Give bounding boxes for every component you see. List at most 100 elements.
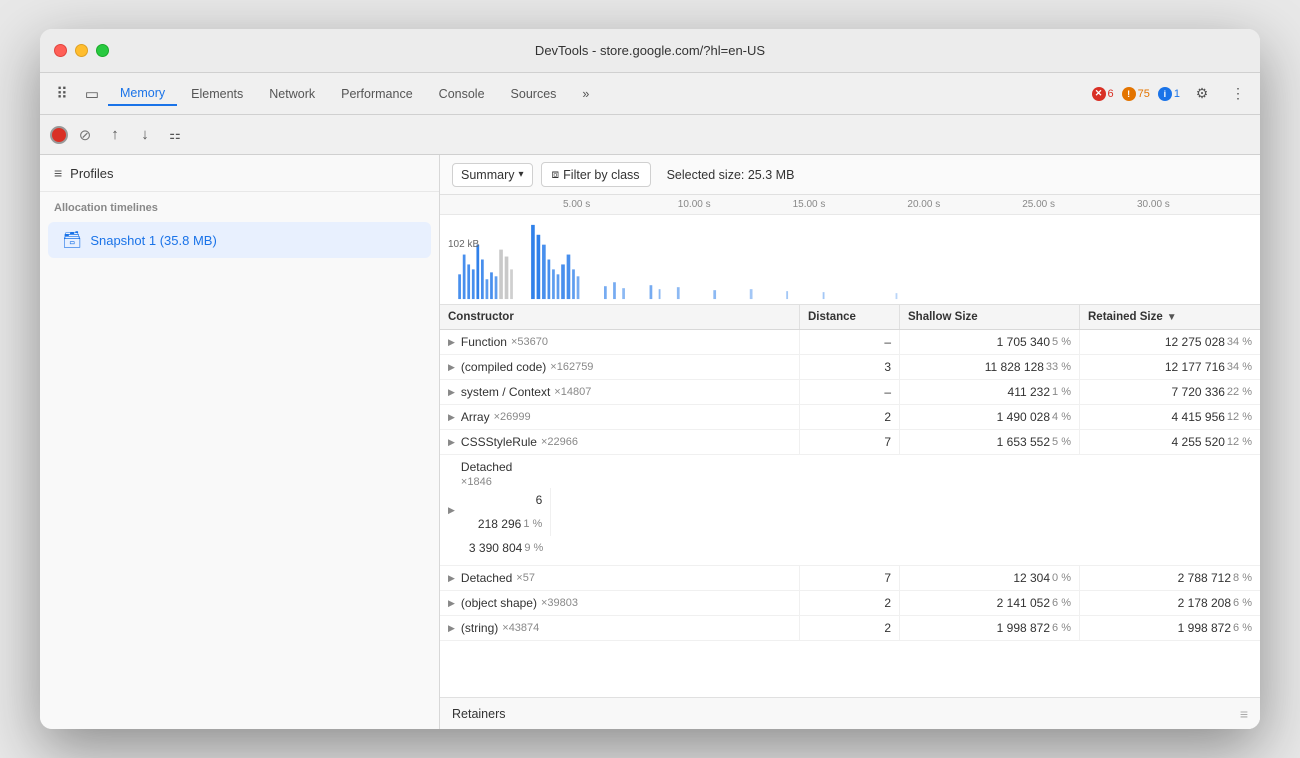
expand-icon[interactable]: ▶ xyxy=(448,337,455,348)
expand-icon[interactable]: ▶ xyxy=(448,573,455,584)
tab-memory[interactable]: Memory xyxy=(108,82,177,106)
td-distance-4: 7 xyxy=(800,430,900,454)
table-row[interactable]: ▶ (object shape) ×39803 2 2 141 052 6 % … xyxy=(440,591,1260,616)
td-constructor-6: ▶ Detached ×57 xyxy=(440,566,800,590)
snapshot-icon: 🗃 xyxy=(62,230,82,250)
section-label: Allocation timelines xyxy=(40,192,439,220)
record-icon[interactable] xyxy=(50,126,68,144)
clear-icon[interactable]: ⚏ xyxy=(162,122,188,148)
minimize-button[interactable] xyxy=(75,44,88,57)
tab-elements[interactable]: Elements xyxy=(179,83,255,105)
td-retained-8: 1 998 872 6 % xyxy=(1080,616,1260,640)
tab-performance[interactable]: Performance xyxy=(329,83,425,105)
error-badge[interactable]: ✕ 6 xyxy=(1092,87,1114,101)
snapshot-item[interactable]: 🗃 Snapshot 1 (35.8 MB) xyxy=(48,222,431,258)
td-distance-1: 3 xyxy=(800,355,900,379)
table-row[interactable]: ▶ system / Context ×14807 – 411 232 1 % … xyxy=(440,380,1260,405)
td-distance-5: 6 xyxy=(461,488,551,512)
scroll-icon: ≡ xyxy=(1240,706,1248,722)
expand-icon[interactable]: ▶ xyxy=(448,387,455,398)
settings-icon[interactable]: ⚙ xyxy=(1188,80,1216,108)
td-shallow-3: 1 490 028 4 % xyxy=(900,405,1080,429)
tab-console[interactable]: Console xyxy=(427,83,497,105)
td-shallow-7: 2 141 052 6 % xyxy=(900,591,1080,615)
snapshot-label: Snapshot 1 (35.8 MB) xyxy=(90,233,216,248)
sidebar: ≡ Profiles Allocation timelines 🗃 Snapsh… xyxy=(40,155,440,729)
close-button[interactable] xyxy=(54,44,67,57)
td-constructor-0: ▶ Function ×53670 xyxy=(440,330,800,354)
td-retained-5: 3 390 804 9 % xyxy=(461,536,551,560)
tick-30s: 30.00 s xyxy=(1137,199,1170,210)
filter-label: Filter by class xyxy=(563,168,639,182)
table-row[interactable]: ▶ Function ×53670 – 1 705 340 5 % 12 275… xyxy=(440,330,1260,355)
table-row[interactable]: ▶ (string) ×43874 2 1 998 872 6 % 1 998 … xyxy=(440,616,1260,641)
td-distance-7: 2 xyxy=(800,591,900,615)
download-icon[interactable]: ↓ xyxy=(132,122,158,148)
td-distance-0: – xyxy=(800,330,900,354)
td-distance-2: – xyxy=(800,380,900,404)
td-distance-6: 7 xyxy=(800,566,900,590)
td-shallow-5: 218 296 1 % xyxy=(461,512,551,536)
info-count: 1 xyxy=(1174,88,1180,100)
expand-icon[interactable]: ▶ xyxy=(448,505,455,516)
info-badge[interactable]: i 1 xyxy=(1158,87,1180,101)
td-constructor-3: ▶ Array ×26999 xyxy=(440,405,800,429)
th-distance: Distance xyxy=(800,305,900,329)
td-retained-6: 2 788 712 8 % xyxy=(1080,566,1260,590)
upload-icon[interactable]: ↑ xyxy=(102,122,128,148)
td-constructor-2: ▶ system / Context ×14807 xyxy=(440,380,800,404)
timeline-area[interactable]: 5.00 s 10.00 s 15.00 s 20.00 s 25.00 s 3… xyxy=(440,195,1260,305)
maximize-button[interactable] xyxy=(96,44,109,57)
tick-5s: 5.00 s xyxy=(563,199,590,210)
expand-icon[interactable]: ▶ xyxy=(448,623,455,634)
td-retained-7: 2 178 208 6 % xyxy=(1080,591,1260,615)
tick-10s: 10.00 s xyxy=(678,199,711,210)
more-options-icon[interactable]: ⋮ xyxy=(1224,80,1252,108)
tab-sources[interactable]: Sources xyxy=(499,83,569,105)
profiles-icon: ≡ xyxy=(54,165,62,181)
inspect-icon[interactable]: ⠿ xyxy=(48,80,76,108)
td-retained-3: 4 415 956 12 % xyxy=(1080,405,1260,429)
error-count: 6 xyxy=(1108,88,1114,100)
device-icon[interactable]: ▭ xyxy=(78,80,106,108)
td-constructor-7: ▶ (object shape) ×39803 xyxy=(440,591,800,615)
warning-count: 75 xyxy=(1138,88,1150,100)
tab-network[interactable]: Network xyxy=(257,83,327,105)
error-icon: ✕ xyxy=(1092,87,1106,101)
tick-15s: 15.00 s xyxy=(793,199,826,210)
td-shallow-1: 11 828 128 33 % xyxy=(900,355,1080,379)
kb-label: 102 kB xyxy=(448,239,479,250)
td-shallow-6: 12 304 0 % xyxy=(900,566,1080,590)
info-icon: i xyxy=(1158,87,1172,101)
filter-by-class-button[interactable]: ⧈ Filter by class xyxy=(541,162,651,187)
td-shallow-0: 1 705 340 5 % xyxy=(900,330,1080,354)
retainers-bar: Retainers ≡ xyxy=(440,697,1260,729)
filter-icon: ⧈ xyxy=(552,167,560,182)
warning-badge[interactable]: ! 75 xyxy=(1122,87,1150,101)
table-container[interactable]: Constructor Distance Shallow Size Retain… xyxy=(440,305,1260,697)
expand-icon[interactable]: ▶ xyxy=(448,437,455,448)
table-row[interactable]: ▶ (compiled code) ×162759 3 11 828 128 3… xyxy=(440,355,1260,380)
table-row[interactable]: ▶ CSSStyleRule ×22966 7 1 653 552 5 % 4 … xyxy=(440,430,1260,455)
table-row[interactable]: ▶ Array ×26999 2 1 490 028 4 % 4 415 956… xyxy=(440,405,1260,430)
td-retained-2: 7 720 336 22 % xyxy=(1080,380,1260,404)
titlebar: DevTools - store.google.com/?hl=en-US xyxy=(40,29,1260,73)
expand-icon[interactable]: ▶ xyxy=(448,412,455,423)
warning-icon: ! xyxy=(1122,87,1136,101)
tick-20s: 20.00 s xyxy=(907,199,940,210)
td-shallow-2: 411 232 1 % xyxy=(900,380,1080,404)
traffic-lights xyxy=(54,44,109,57)
table-row[interactable]: ▶ Detached ×57 7 12 304 0 % 2 788 712 8 … xyxy=(440,566,1260,591)
main-toolbar: ⠿ ▭ Memory Elements Network Performance … xyxy=(40,73,1260,115)
timeline-chart: 102 kB xyxy=(440,215,1260,304)
table-row[interactable]: ▶ Detached ×1846 6 218 296 1 % 3 390 804… xyxy=(440,455,1260,566)
th-retained: Retained Size ▼ xyxy=(1080,305,1260,329)
stop-icon[interactable]: ⊘ xyxy=(72,122,98,148)
expand-icon[interactable]: ▶ xyxy=(448,598,455,609)
tab-more[interactable]: » xyxy=(570,83,601,105)
td-constructor-8: ▶ (string) ×43874 xyxy=(440,616,800,640)
summary-label: Summary xyxy=(461,168,514,182)
summary-dropdown[interactable]: Summary ▾ xyxy=(452,163,533,187)
expand-icon[interactable]: ▶ xyxy=(448,362,455,373)
tick-25s: 25.00 s xyxy=(1022,199,1055,210)
